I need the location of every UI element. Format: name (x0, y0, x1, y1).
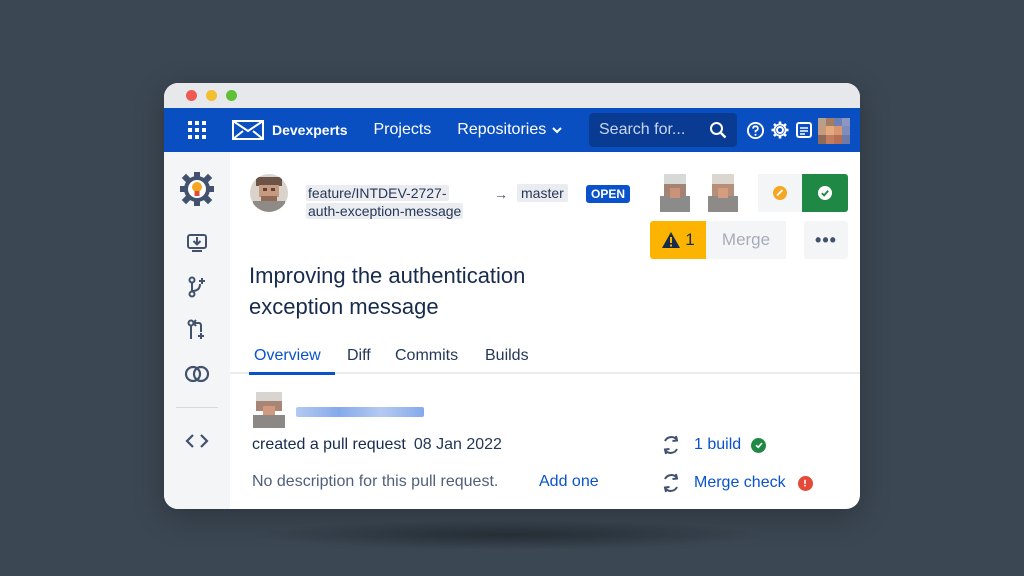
pr-tabs: Overview Diff Commits Builds (230, 342, 860, 375)
reviewer-avatar[interactable] (704, 174, 742, 212)
merge-check-row[interactable]: Merge check (660, 472, 813, 494)
project-avatar-icon[interactable] (179, 171, 215, 207)
needs-work-icon (773, 186, 787, 200)
created-text: created a pull request (252, 436, 406, 453)
create-pull-request-icon[interactable] (184, 317, 210, 343)
reviewer-avatar[interactable] (656, 174, 694, 212)
maximize-window-button[interactable] (226, 90, 237, 101)
browser-window: Devexperts Projects Repositories Search … (164, 83, 860, 509)
source-branch[interactable]: feature/INTDEV-2727- auth-exception-mess… (306, 184, 464, 220)
arrow-right-icon: → (494, 186, 508, 202)
sidebar-divider (176, 407, 218, 408)
source-branch-line1: feature/INTDEV-2727- (306, 185, 449, 201)
search-icon (710, 122, 727, 139)
target-branch[interactable]: master (517, 184, 568, 202)
minimize-window-button[interactable] (206, 90, 217, 101)
check-circle-icon (818, 186, 832, 200)
merge-button[interactable]: Merge (706, 221, 786, 259)
needs-work-button[interactable] (758, 174, 802, 212)
brand-name: Devexperts (272, 122, 348, 138)
no-description-text: No description for this pull request. (252, 473, 499, 490)
compare-icon[interactable] (184, 361, 210, 387)
nav-projects[interactable]: Projects (374, 121, 432, 139)
status-badge: OPEN (586, 185, 631, 203)
refresh-icon (663, 435, 679, 455)
help-icon[interactable] (746, 121, 765, 140)
approval-controls (758, 174, 848, 212)
app-switcher-icon[interactable] (164, 120, 230, 140)
notifications-icon[interactable] (795, 121, 813, 139)
devexperts-logo-icon (232, 120, 264, 140)
tab-overview[interactable]: Overview (254, 347, 321, 365)
error-alert-icon (797, 475, 813, 491)
sidebar (164, 152, 230, 509)
add-description-link[interactable]: Add one (539, 473, 599, 491)
warning-icon (662, 232, 681, 248)
search-placeholder: Search for... (599, 121, 686, 138)
window-titlebar (164, 83, 860, 108)
success-check-icon (751, 437, 767, 453)
build-status-row[interactable]: 1 build (660, 434, 767, 456)
activity-created: created a pull request 08 Jan 2022 (252, 436, 502, 454)
tab-diff[interactable]: Diff (347, 347, 371, 365)
warning-count: 1 (685, 230, 695, 249)
close-window-button[interactable] (186, 90, 197, 101)
approve-button[interactable] (802, 174, 848, 212)
active-tab-indicator (249, 372, 335, 375)
build-count-link[interactable]: 1 build (694, 436, 741, 454)
brand-logo[interactable]: Devexperts (232, 120, 348, 140)
source-code-icon[interactable] (184, 428, 210, 454)
window-floor-shadow (250, 520, 770, 550)
nav-repositories[interactable]: Repositories (457, 121, 562, 139)
top-navigation: Devexperts Projects Repositories Search … (164, 108, 860, 152)
clone-icon[interactable] (184, 230, 210, 256)
tab-commits[interactable]: Commits (395, 347, 458, 365)
pull-request-content: feature/INTDEV-2727- auth-exception-mess… (230, 152, 860, 509)
more-actions-button[interactable]: ••• (804, 221, 848, 259)
activity-author-avatar[interactable] (250, 392, 288, 428)
gear-icon[interactable] (770, 120, 790, 140)
tab-builds[interactable]: Builds (485, 347, 529, 365)
activity-author-name-redacted (296, 407, 424, 417)
nav-right-actions (746, 108, 813, 152)
merge-check-link[interactable]: Merge check (694, 474, 786, 492)
nav-repositories-label: Repositories (457, 121, 547, 138)
merge-warnings-button[interactable]: 1 (650, 221, 706, 259)
created-date: 08 Jan 2022 (413, 436, 502, 453)
source-branch-line2: auth-exception-message (306, 203, 464, 219)
chevron-down-icon (552, 127, 562, 134)
user-avatar[interactable] (818, 118, 850, 144)
create-branch-icon[interactable] (184, 274, 210, 300)
refresh-icon (663, 473, 679, 493)
page-title: Improving the authentication exception m… (249, 263, 526, 319)
search-input[interactable]: Search for... (589, 113, 737, 147)
pr-author-avatar[interactable] (250, 174, 288, 212)
